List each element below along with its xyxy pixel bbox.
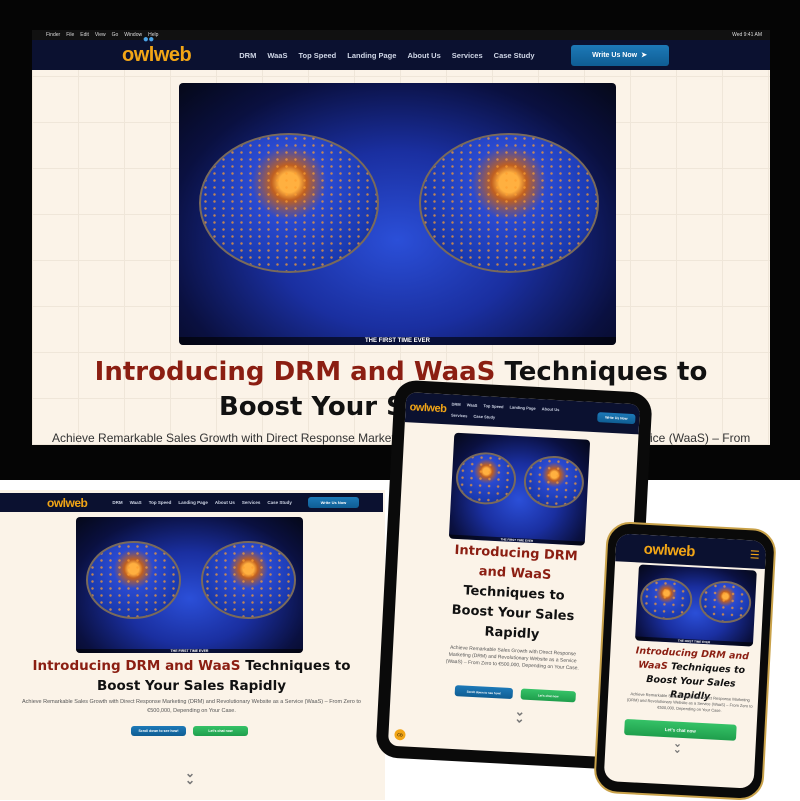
hero-image: THE FIRST TIME EVER <box>635 564 757 647</box>
owl-eyes-icon: ●● <box>142 34 155 46</box>
menu-finder[interactable]: Finder <box>46 32 60 38</box>
nav-services[interactable]: Services <box>242 500 261 505</box>
glasses-lens-right <box>698 579 753 625</box>
nav-waas[interactable]: WaaS <box>130 500 142 505</box>
hero-image: THE FIRST TIME EVER <box>76 517 303 653</box>
nav-services[interactable]: Services <box>452 51 483 60</box>
double-chevron-down-icon[interactable]: ⌄ ⌄ <box>509 704 530 725</box>
hero-image: THE FIRST TIME EVER <box>179 83 616 345</box>
nav-about-us[interactable]: About Us <box>215 500 235 505</box>
phone: owlweb ☰ THE FIRST TIME EVER Introducing… <box>592 520 778 801</box>
menu-go[interactable]: Go <box>112 32 119 38</box>
scroll-down-label: Scroll down to see how! <box>466 689 502 695</box>
headline-highlight: Introducing DRM and WaaS <box>32 658 241 674</box>
glasses-lens-left <box>199 133 379 273</box>
headline-highlight: Introducing DRM and WaaS <box>454 542 579 583</box>
logo[interactable]: owlweb <box>643 540 695 560</box>
chat-label: Let's chat now <box>208 729 233 733</box>
hero-caption: THE FIRST TIME EVER <box>179 337 616 345</box>
hero-caption: THE FIRST TIME EVER <box>76 649 303 653</box>
site-nav: owlweb ☰ <box>615 533 767 570</box>
nav-landing-page[interactable]: Landing Page <box>178 500 208 505</box>
nav-case-study[interactable]: Case Study <box>473 414 495 420</box>
site-nav: ●● owlweb DRM WaaS Top Speed Landing Page… <box>32 34 770 70</box>
headline: Introducing DRM and WaaS Techniques to B… <box>441 540 586 647</box>
hero-image: THE FIRST TIME EVER <box>448 432 591 546</box>
write-us-button[interactable]: Write Us Now ➤ <box>570 44 669 66</box>
double-chevron-down-icon[interactable]: ⌄ ⌄ <box>667 739 688 756</box>
chat-button[interactable]: Let's chat now <box>193 726 248 736</box>
nav-waas[interactable]: WaaS <box>467 402 478 408</box>
double-chevron-down-icon[interactable]: ⌄ ⌄ <box>180 767 200 786</box>
glasses-lens-left <box>454 450 518 506</box>
nav-top-speed[interactable]: Top Speed <box>149 500 172 505</box>
chat-badge-label: CB <box>397 732 403 738</box>
chat-label: Let's chat now <box>664 726 697 734</box>
subtitle: Achieve Remarkable Sales Growth with Dir… <box>445 644 579 672</box>
write-us-label: Write Us Now <box>320 500 347 505</box>
headline-rest: Techniques to Boost Your Sales Rapidly <box>451 583 575 643</box>
chat-button[interactable]: Let's chat now <box>624 718 737 741</box>
paper-plane-icon: ➤ <box>641 52 647 59</box>
chat-label: Let's chat now <box>537 692 559 698</box>
scroll-down-label: Scroll down to see how! <box>138 729 179 733</box>
chat-button[interactable]: Let's chat now <box>520 688 576 703</box>
laptop-screen: owlweb DRM WaaS Top Speed Landing Page A… <box>0 490 385 800</box>
nav-top-speed[interactable]: Top Speed <box>298 51 336 60</box>
menu-edit[interactable]: Edit <box>80 32 89 38</box>
logo-text: owlweb <box>643 540 696 560</box>
glasses-lens-right <box>419 133 599 273</box>
nav-drm[interactable]: DRM <box>239 51 256 60</box>
nav-case-study[interactable]: Case Study <box>267 500 292 505</box>
glasses-lens-right <box>522 454 586 510</box>
glasses-lens-right <box>201 541 296 619</box>
menu-window[interactable]: Window <box>124 32 142 38</box>
scroll-down-button[interactable]: Scroll down to see how! <box>454 685 514 700</box>
nav-about-us[interactable]: About Us <box>407 51 440 60</box>
scroll-down-button[interactable]: Scroll down to see how! <box>131 726 186 736</box>
menu-view[interactable]: View <box>95 32 106 38</box>
nav-waas[interactable]: WaaS <box>267 51 287 60</box>
menu-file[interactable]: File <box>66 32 74 38</box>
write-us-label: Write Us Now <box>605 415 628 421</box>
site-nav: owlweb DRM WaaS Top Speed Landing Page A… <box>404 392 641 435</box>
site-nav: owlweb DRM WaaS Top Speed Landing Page A… <box>0 493 383 512</box>
write-us-label: Write Us Now <box>592 51 638 59</box>
write-us-button[interactable]: Write Us Now <box>307 497 359 508</box>
chat-badge[interactable]: CB <box>394 728 406 741</box>
nav-about-us[interactable]: About Us <box>542 406 560 412</box>
logo[interactable]: owlweb <box>47 495 88 510</box>
menubar-clock: Wed 9:41 AM <box>732 32 762 38</box>
logo-text: owlweb <box>409 401 447 416</box>
glasses-lens-left <box>86 541 181 619</box>
headline: Introducing DRM and WaaS Techniques to B… <box>10 656 373 696</box>
logo[interactable]: owlweb <box>409 401 446 415</box>
nav-drm[interactable]: DRM <box>451 402 460 407</box>
nav-drm[interactable]: DRM <box>112 500 122 505</box>
nav-services[interactable]: Services <box>451 412 468 418</box>
nav-landing-page[interactable]: Landing Page <box>347 51 396 60</box>
write-us-button[interactable]: Write Us Now <box>597 412 636 425</box>
phone-screen: owlweb ☰ THE FIRST TIME EVER Introducing… <box>603 533 767 789</box>
nav-top-speed[interactable]: Top Speed <box>483 403 503 409</box>
glasses-lens-left <box>639 576 694 622</box>
logo-text: owlweb <box>47 495 88 510</box>
nav-case-study[interactable]: Case Study <box>494 51 535 60</box>
hamburger-menu-icon[interactable]: ☰ <box>749 548 760 562</box>
desktop-screen: Finder File Edit View Go Window Help Wed… <box>32 30 770 445</box>
logo-text: owlweb <box>122 43 192 66</box>
subtitle: Achieve Remarkable Sales Growth with Dir… <box>22 699 361 714</box>
logo[interactable]: ●● owlweb <box>122 34 192 67</box>
nav-landing-page[interactable]: Landing Page <box>509 405 535 411</box>
